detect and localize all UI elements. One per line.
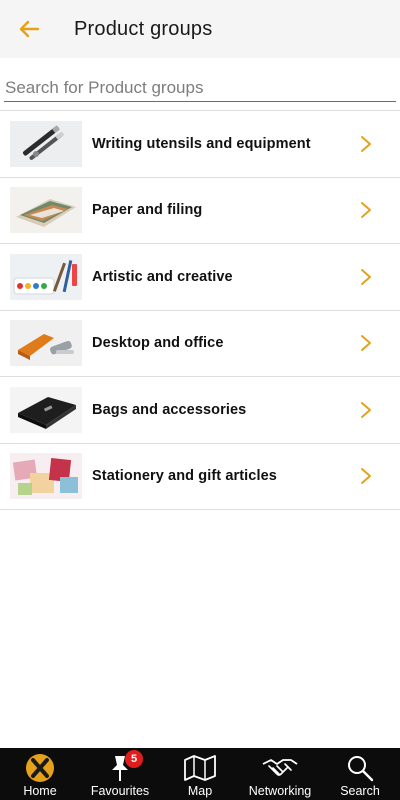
chevron-right-icon <box>354 135 378 153</box>
page-title: Product groups <box>74 17 213 40</box>
handshake-icon <box>261 752 299 784</box>
bottom-tab-bar: Home 5 Favourites Map Networking Search <box>0 748 400 800</box>
search-input[interactable] <box>4 76 396 100</box>
paints-image <box>10 253 82 300</box>
list-item-paper-filing[interactable]: Paper and filing <box>0 178 400 244</box>
list-item-stationery-gifts[interactable]: Stationery and gift articles <box>0 444 400 510</box>
tab-favourites[interactable]: 5 Favourites <box>80 748 160 800</box>
paper-image <box>10 187 82 234</box>
list-item-label: Paper and filing <box>92 202 203 219</box>
app-header: Product groups <box>0 0 400 58</box>
map-icon <box>183 752 217 784</box>
chevron-right-icon <box>354 201 378 219</box>
search-field <box>4 76 396 102</box>
bag-image <box>10 386 82 433</box>
tab-label: Home <box>23 784 57 798</box>
list-item-bags-accessories[interactable]: Bags and accessories <box>0 377 400 444</box>
list-item-label: Artistic and creative <box>92 268 233 285</box>
tab-map[interactable]: Map <box>160 748 240 800</box>
tab-label: Networking <box>248 784 312 798</box>
gifts-image <box>10 453 82 500</box>
list-item-label: Writing utensils and equipment <box>92 135 311 152</box>
list-item-label: Bags and accessories <box>92 401 247 418</box>
arrow-left-icon <box>19 20 40 38</box>
favourites-count-badge: 5 <box>125 750 143 768</box>
search-icon <box>346 752 374 784</box>
stapler-image <box>10 320 82 367</box>
pens-image <box>10 120 82 167</box>
product-group-list: Writing utensils and equipment Paper and… <box>0 110 400 510</box>
tab-label: Favourites <box>90 784 150 798</box>
list-item-label: Desktop and office <box>92 335 224 352</box>
chevron-right-icon <box>354 467 378 485</box>
tab-home[interactable]: Home <box>0 748 80 800</box>
back-button[interactable] <box>0 0 58 58</box>
list-item-writing-utensils[interactable]: Writing utensils and equipment <box>0 111 400 178</box>
chevron-right-icon <box>354 401 378 419</box>
list-item-desktop-office[interactable]: Desktop and office <box>0 311 400 377</box>
list-item-artistic-creative[interactable]: Artistic and creative <box>0 244 400 311</box>
list-item-label: Stationery and gift articles <box>92 468 277 485</box>
pin-icon: 5 <box>107 750 143 784</box>
tab-networking[interactable]: Networking <box>240 748 320 800</box>
home-logo-icon <box>25 752 55 784</box>
chevron-right-icon <box>354 268 378 286</box>
tab-label: Search <box>340 784 380 798</box>
chevron-right-icon <box>354 334 378 352</box>
tab-label: Map <box>187 784 213 798</box>
tab-search[interactable]: Search <box>320 748 400 800</box>
